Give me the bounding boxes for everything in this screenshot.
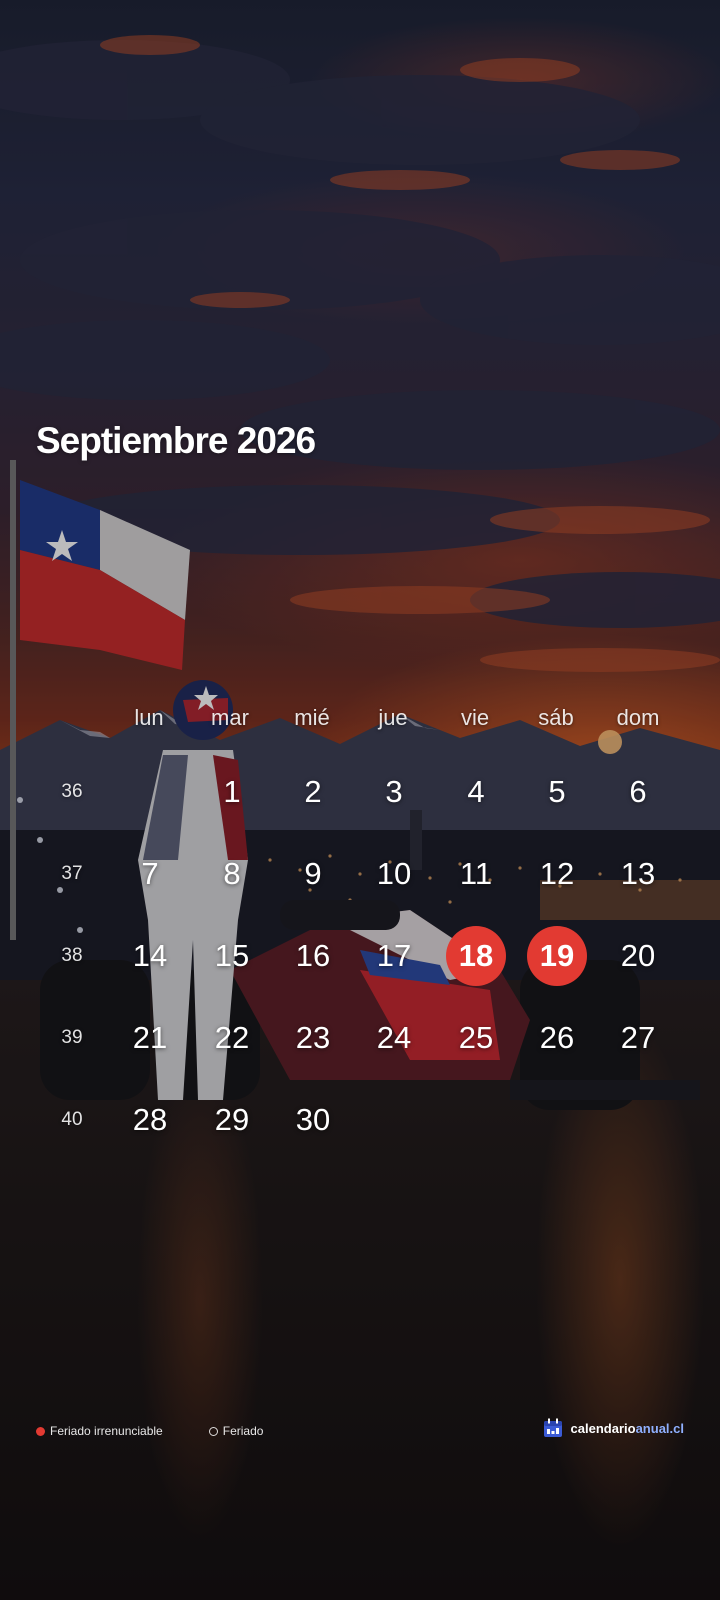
day-cell: 26 [539,1020,575,1055]
week-number: 37 [61,863,83,884]
weekday-label: vie [460,705,490,730]
day-cell: 21 [132,1020,168,1055]
red-dot-icon [36,1426,45,1436]
day-cell: 8 [223,856,241,891]
day-cell: 10 [376,856,412,891]
legend-label-holiday: Feriado [222,1424,264,1438]
weekday-label: dom [616,705,660,730]
day-cell: 16 [295,938,331,973]
weekday-label: lun [134,705,164,730]
day-cell: 2 [304,774,322,809]
legend-label-irrenunciable: Feriado irrenunciable [50,1424,163,1438]
week-number: 39 [61,1027,83,1048]
wallpaper-screen: Septiembre 2026 lun mar mié jue vie sáb … [0,0,720,1600]
day-cell: 23 [295,1020,331,1055]
brand-logo: calendario anual.cl [543,1418,684,1438]
day-cell: 4 [467,774,485,809]
weekday-label: jue [378,705,408,730]
day-cell: 12 [539,856,575,891]
day-cell: 1 [223,774,241,809]
holiday-legend: Feriado irrenunciable Feriado [36,1424,309,1438]
week-number: 40 [61,1109,83,1130]
day-cell: 17 [376,938,412,973]
day-cell: 28 [132,1102,168,1137]
legend-item-holiday: Feriado [208,1424,264,1438]
day-cell: 20 [620,938,656,973]
day-cell: 5 [548,774,566,809]
holiday-irrenunciable-day-cell: 19 [527,926,587,986]
weekday-header-row: lun mar mié jue vie sáb dom [110,705,678,735]
weekday-label: mar [211,705,249,730]
day-cell: 22 [214,1020,250,1055]
day-cell: 25 [458,1020,494,1055]
day-cell: 13 [620,856,656,891]
holiday-irrenunciable-day-cell: 18 [446,926,506,986]
weekday-label: mié [294,705,330,730]
day-cell: 30 [295,1102,331,1137]
legend-item-irrenunciable: Feriado irrenunciable [36,1424,163,1438]
circle-outline-icon [208,1426,218,1436]
calendar-icon [543,1418,562,1437]
day-cell: 24 [376,1020,412,1055]
day-cell: 11 [459,856,493,891]
week-number: 38 [61,945,83,966]
day-cell: 6 [629,774,647,809]
day-cell: 3 [385,774,403,809]
brand-name-part1: calendario [570,1420,636,1436]
day-cell: 29 [214,1102,250,1137]
month-title: Septiembre 2026 [36,420,316,461]
week-number: 36 [61,781,83,802]
day-cell: 7 [141,856,159,891]
day-cell: 9 [304,856,322,891]
day-cell: 15 [214,938,250,973]
day-cell: 14 [132,938,168,973]
day-cell: 27 [620,1020,656,1055]
brand-name-part2: anual.cl [635,1420,684,1436]
weekday-label: sáb [538,705,574,730]
